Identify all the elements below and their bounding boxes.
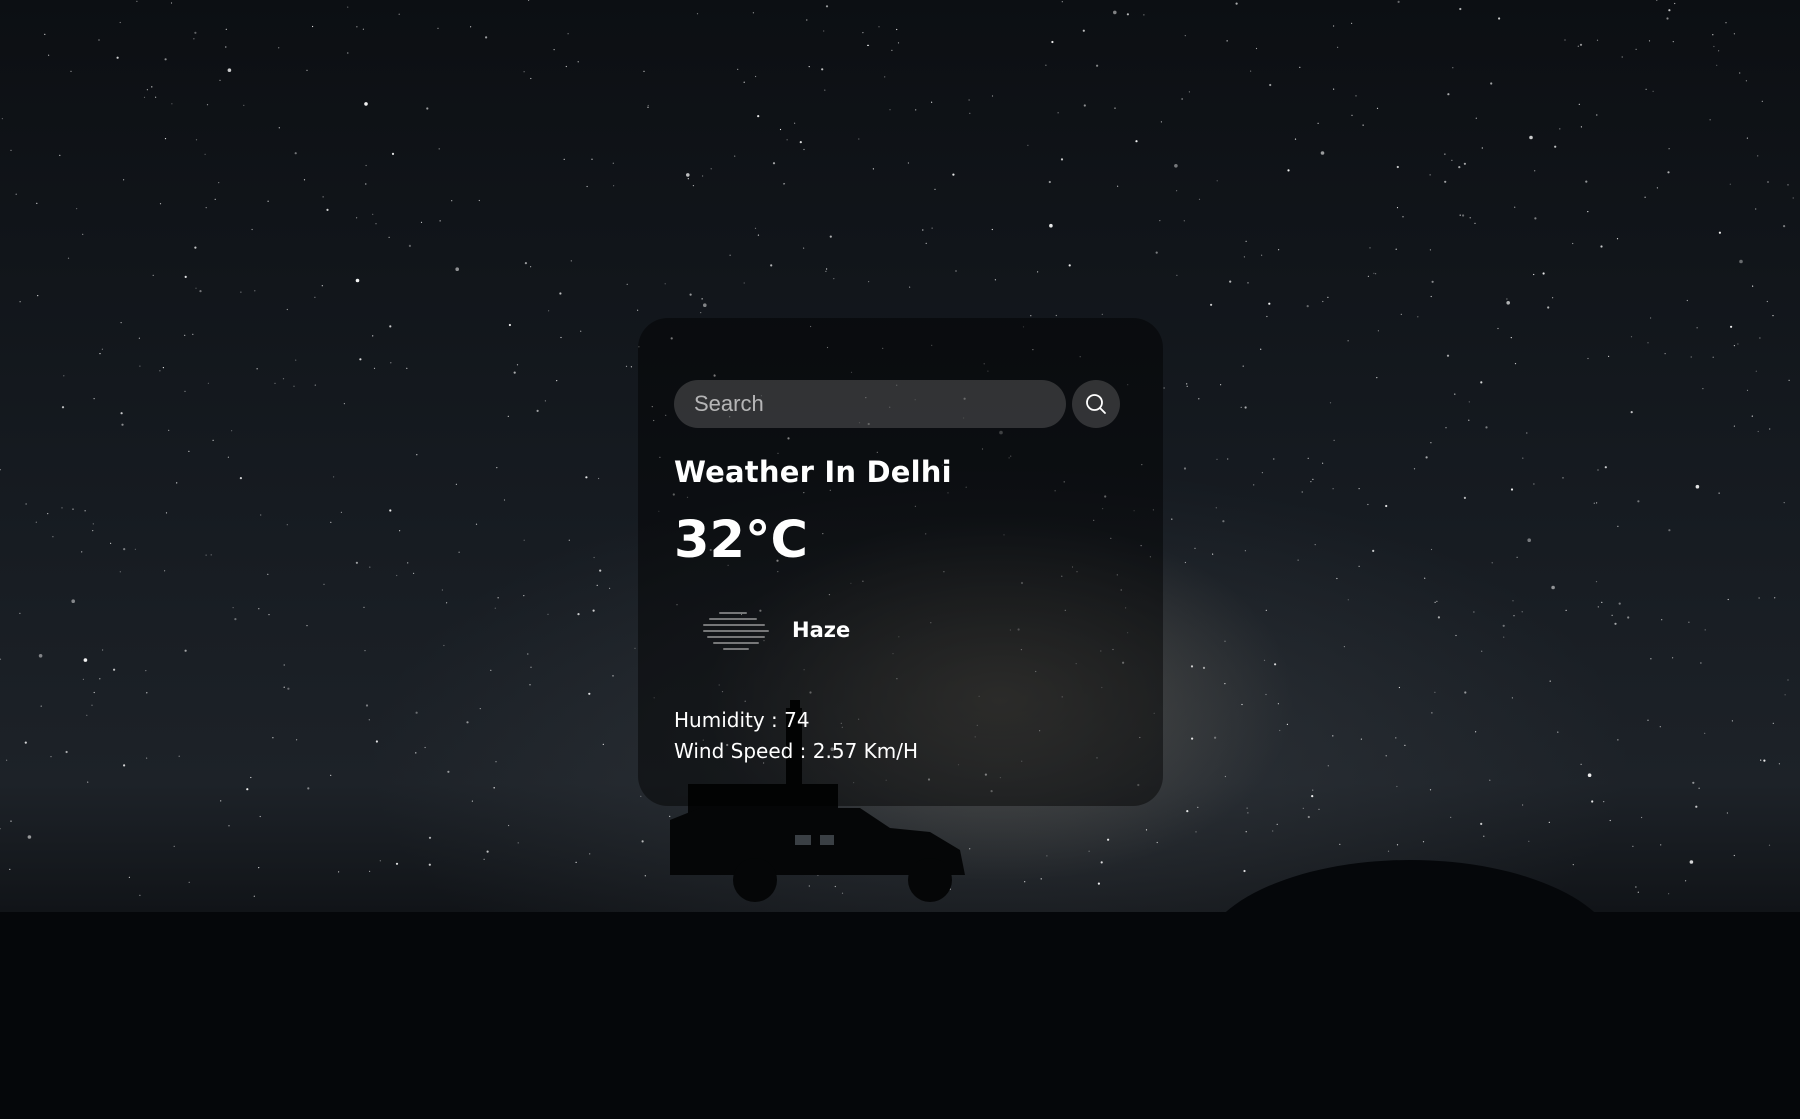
search-icon: [1086, 394, 1106, 414]
haze-icon: [703, 612, 769, 650]
weather-details: Humidity : 74 Wind Speed : 2.57 Km/H: [674, 705, 1127, 767]
viewport: Weather In Delhi 32°C Haze Humidity : 74…: [0, 0, 1803, 1119]
condition-row: Haze: [674, 600, 1127, 660]
search-bar: [674, 380, 1127, 428]
search-button[interactable]: [1072, 380, 1120, 428]
ground-silhouette: [0, 912, 1800, 1119]
city-title: Weather In Delhi: [674, 455, 952, 489]
wind-speed-text: Wind Speed : 2.57 Km/H: [674, 739, 919, 763]
search-input[interactable]: [674, 380, 1066, 428]
humidity-text: Humidity : 74: [674, 708, 810, 732]
temperature-value: 32°C: [674, 511, 808, 570]
weather-card: Weather In Delhi 32°C Haze Humidity : 74…: [638, 318, 1163, 806]
condition-label: Haze: [792, 618, 851, 642]
